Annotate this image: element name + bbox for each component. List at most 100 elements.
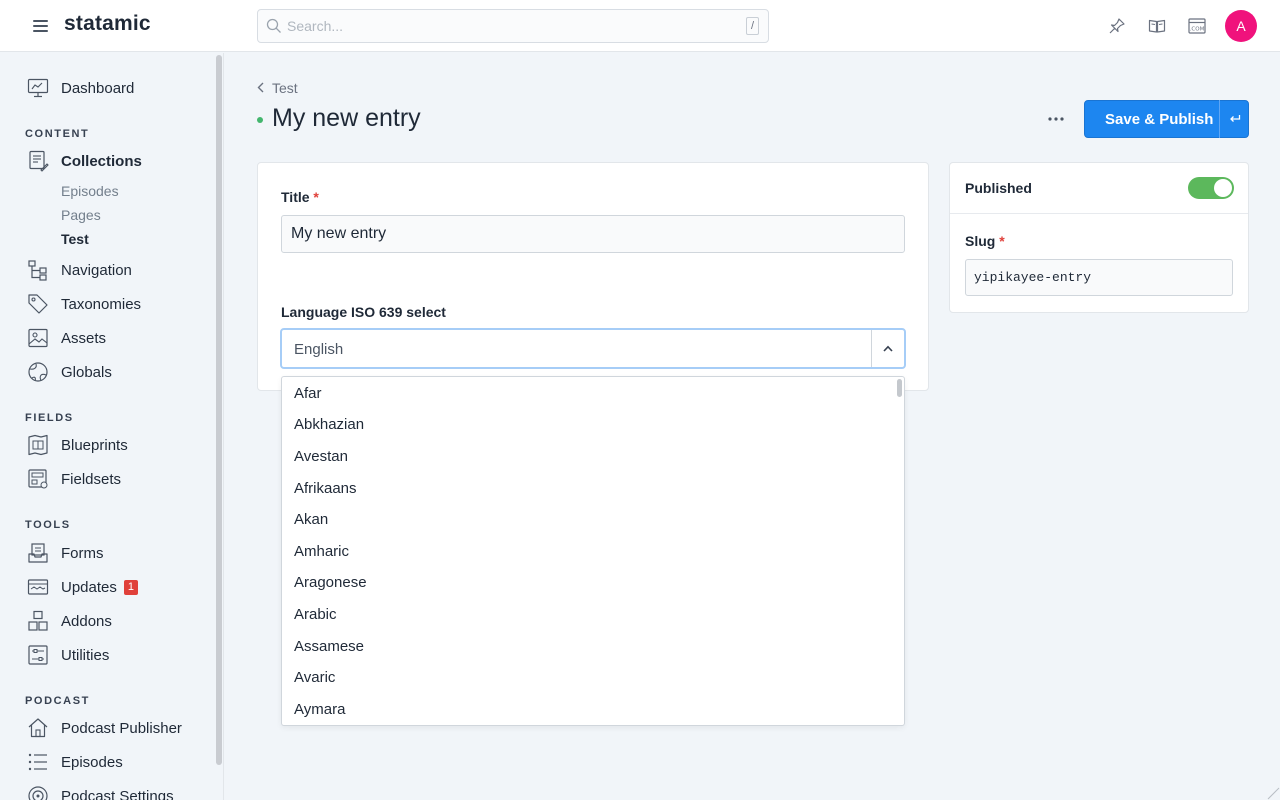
statamic-logo[interactable]: statamic <box>64 12 151 36</box>
sidebar-item-navigation[interactable]: Navigation <box>27 258 132 282</box>
language-option[interactable]: Afrikaans <box>294 480 357 497</box>
sidebar-subitem-pages[interactable]: Pages <box>61 207 101 223</box>
sidebar-subitem-test[interactable]: Test <box>61 231 89 247</box>
slug-field-label: Slug * <box>965 233 1005 249</box>
inbox-icon <box>27 542 49 564</box>
language-option[interactable]: Assamese <box>294 638 364 655</box>
sidebar-item-episodes[interactable]: Episodes <box>27 750 123 774</box>
home-icon <box>27 717 49 739</box>
required-indicator: * <box>313 189 319 205</box>
sidebar-scrollbar[interactable] <box>216 55 222 765</box>
docs-book-icon[interactable] <box>1147 16 1167 36</box>
language-option[interactable]: Arabic <box>294 606 337 623</box>
return-arrow-icon <box>1229 115 1240 122</box>
sidebar-section-podcast: PODCAST <box>25 695 90 707</box>
toggle-knob <box>1214 179 1232 197</box>
addons-boxes-icon <box>27 610 49 632</box>
more-options-icon[interactable] <box>1046 110 1066 128</box>
sidebar-item-label: Navigation <box>61 261 132 279</box>
published-toggle[interactable] <box>1188 177 1234 199</box>
search-icon <box>266 18 281 33</box>
collections-icon <box>27 150 49 172</box>
tag-icon <box>27 293 49 315</box>
global-search[interactable]: / <box>257 9 769 43</box>
utilities-sliders-icon <box>27 644 49 666</box>
podcast-settings-icon <box>27 785 49 800</box>
language-option[interactable]: Afar <box>294 385 322 402</box>
language-option[interactable]: Amharic <box>294 543 349 560</box>
sidebar-item-label: Utilities <box>61 646 110 664</box>
dashboard-icon <box>27 77 49 99</box>
published-status-dot <box>257 117 263 123</box>
language-option[interactable]: Aragonese <box>294 574 367 591</box>
sidebar-item-label: Dashboard <box>61 79 135 97</box>
language-option[interactable]: Avestan <box>294 448 348 465</box>
sidebar-item-assets[interactable]: Assets <box>27 326 106 350</box>
sidebar: Dashboard CONTENT Collections Episodes P… <box>0 53 224 800</box>
sidebar-item-label: Podcast Settings <box>61 787 174 800</box>
language-option[interactable]: Aymara <box>294 701 345 718</box>
sidebar-item-label: Episodes <box>61 753 123 771</box>
breadcrumb-label: Test <box>272 80 298 96</box>
hamburger-menu-icon[interactable] <box>33 20 48 32</box>
sidebar-item-updates[interactable]: Updates 1 <box>27 575 138 599</box>
sidebar-item-collections[interactable]: Collections <box>27 149 142 173</box>
required-indicator: * <box>999 233 1005 249</box>
sidebar-item-utilities[interactable]: Utilities <box>27 643 109 667</box>
sidebar-item-podcast-publisher[interactable]: Podcast Publisher <box>27 716 182 740</box>
language-select-toggle[interactable] <box>871 330 904 367</box>
sidebar-item-label: Fieldsets <box>61 470 122 488</box>
user-avatar[interactable]: A <box>1225 10 1257 42</box>
breadcrumb[interactable]: Test <box>257 80 298 96</box>
sidebar-subitem-episodes[interactable]: Episodes <box>61 183 119 199</box>
sidebar-item-addons[interactable]: Addons <box>27 609 112 633</box>
chevron-up-icon <box>883 345 893 352</box>
sidebar-item-forms[interactable]: Forms <box>27 541 104 565</box>
updates-count-badge: 1 <box>123 579 138 595</box>
language-options-list[interactable]: Afar Abkhazian Avestan Afrikaans Akan Am… <box>281 376 905 726</box>
image-icon <box>27 327 49 349</box>
language-selected-value: English <box>294 341 344 358</box>
language-option[interactable]: Abkhazian <box>294 416 364 433</box>
sidebar-item-fieldsets[interactable]: Fieldsets <box>27 467 121 491</box>
globe-icon <box>27 361 49 383</box>
sidebar-item-taxonomies[interactable]: Taxonomies <box>27 292 141 316</box>
sidebar-item-podcast-settings[interactable]: Podcast Settings <box>27 784 174 800</box>
save-options-dropdown[interactable] <box>1219 100 1249 138</box>
sidebar-item-label: Addons <box>61 612 112 630</box>
sidebar-item-label: Collections <box>61 152 142 170</box>
sidebar-item-label: Globals <box>61 363 112 381</box>
language-select[interactable]: English <box>280 328 906 369</box>
divider <box>950 213 1248 214</box>
page-title: My new entry <box>272 104 421 132</box>
chevron-left-icon <box>257 80 264 96</box>
resize-handle-icon[interactable] <box>1266 786 1280 800</box>
sidebar-item-label: Assets <box>61 329 107 347</box>
slug-input[interactable] <box>965 259 1233 296</box>
sidebar-item-label: Podcast Publisher <box>61 719 182 737</box>
dropdown-scrollbar[interactable] <box>897 379 902 397</box>
sidebar-section-content: CONTENT <box>25 128 90 140</box>
language-option[interactable]: Avaric <box>294 669 335 686</box>
language-option[interactable]: Akan <box>294 511 328 528</box>
sidebar-item-label: Blueprints <box>61 436 128 454</box>
sidebar-item-label: Updates <box>61 578 117 596</box>
sidebar-item-label: Forms <box>61 544 104 562</box>
pin-icon[interactable] <box>1107 16 1127 36</box>
navigation-icon <box>27 259 49 281</box>
updates-icon <box>27 576 49 598</box>
top-bar: statamic / .COM A <box>0 0 1280 52</box>
view-site-icon[interactable]: .COM <box>1187 16 1207 36</box>
svg-text:.COM: .COM <box>1190 27 1205 33</box>
sidebar-item-label: Taxonomies <box>61 295 142 313</box>
sidebar-item-blueprints[interactable]: Blueprints <box>27 433 128 457</box>
search-input[interactable] <box>287 10 727 42</box>
blueprint-icon <box>27 434 49 456</box>
sidebar-section-tools: TOOLS <box>25 519 71 531</box>
sidebar-section-fields: FIELDS <box>25 412 74 424</box>
list-icon <box>27 751 49 773</box>
title-input[interactable] <box>281 215 905 253</box>
language-field-label: Language ISO 639 select <box>281 304 446 320</box>
sidebar-item-globals[interactable]: Globals <box>27 360 112 384</box>
sidebar-item-dashboard[interactable]: Dashboard <box>27 76 134 100</box>
